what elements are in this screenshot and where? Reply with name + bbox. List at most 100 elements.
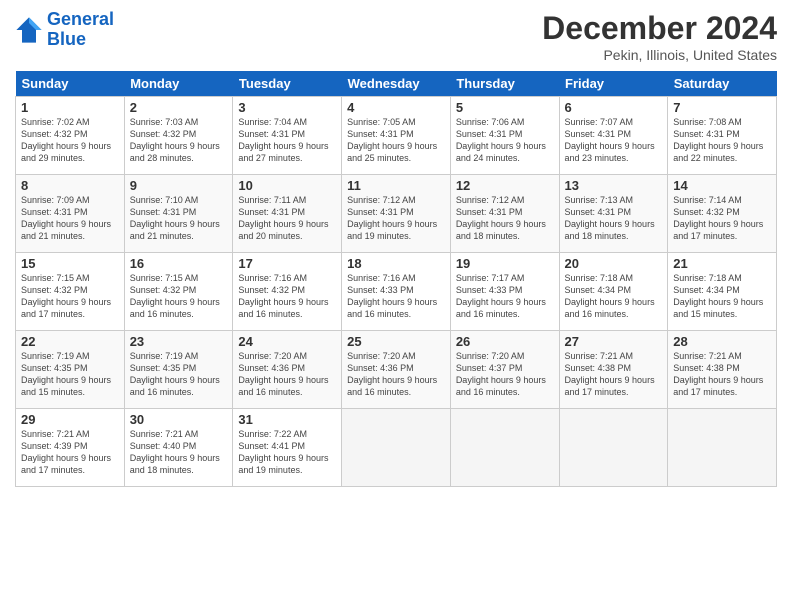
logo-line2: Blue (47, 29, 86, 49)
day-number: 28 (673, 334, 771, 349)
day-number: 17 (238, 256, 336, 271)
day-number: 6 (565, 100, 663, 115)
day-number: 31 (238, 412, 336, 427)
calendar-cell: 4Sunrise: 7:05 AMSunset: 4:31 PMDaylight… (342, 97, 451, 175)
calendar-cell: 3Sunrise: 7:04 AMSunset: 4:31 PMDaylight… (233, 97, 342, 175)
day-info: Sunrise: 7:21 AMSunset: 4:39 PMDaylight … (21, 428, 119, 477)
day-number: 3 (238, 100, 336, 115)
day-info: Sunrise: 7:20 AMSunset: 4:36 PMDaylight … (238, 350, 336, 399)
calendar-cell: 6Sunrise: 7:07 AMSunset: 4:31 PMDaylight… (559, 97, 668, 175)
day-info: Sunrise: 7:11 AMSunset: 4:31 PMDaylight … (238, 194, 336, 243)
day-number: 2 (130, 100, 228, 115)
calendar-cell: 21Sunrise: 7:18 AMSunset: 4:34 PMDayligh… (668, 253, 777, 331)
day-info: Sunrise: 7:16 AMSunset: 4:32 PMDaylight … (238, 272, 336, 321)
calendar-cell: 18Sunrise: 7:16 AMSunset: 4:33 PMDayligh… (342, 253, 451, 331)
calendar-cell: 19Sunrise: 7:17 AMSunset: 4:33 PMDayligh… (450, 253, 559, 331)
calendar-cell: 22Sunrise: 7:19 AMSunset: 4:35 PMDayligh… (16, 331, 125, 409)
day-info: Sunrise: 7:13 AMSunset: 4:31 PMDaylight … (565, 194, 663, 243)
weekday-header-saturday: Saturday (668, 71, 777, 97)
day-info: Sunrise: 7:08 AMSunset: 4:31 PMDaylight … (673, 116, 771, 165)
day-number: 14 (673, 178, 771, 193)
calendar-cell: 9Sunrise: 7:10 AMSunset: 4:31 PMDaylight… (124, 175, 233, 253)
day-info: Sunrise: 7:18 AMSunset: 4:34 PMDaylight … (565, 272, 663, 321)
calendar-cell: 20Sunrise: 7:18 AMSunset: 4:34 PMDayligh… (559, 253, 668, 331)
weekday-header-monday: Monday (124, 71, 233, 97)
day-info: Sunrise: 7:12 AMSunset: 4:31 PMDaylight … (456, 194, 554, 243)
week-row-1: 1Sunrise: 7:02 AMSunset: 4:32 PMDaylight… (16, 97, 777, 175)
day-info: Sunrise: 7:04 AMSunset: 4:31 PMDaylight … (238, 116, 336, 165)
weekday-header-sunday: Sunday (16, 71, 125, 97)
calendar-cell: 29Sunrise: 7:21 AMSunset: 4:39 PMDayligh… (16, 409, 125, 487)
day-number: 26 (456, 334, 554, 349)
calendar-cell: 30Sunrise: 7:21 AMSunset: 4:40 PMDayligh… (124, 409, 233, 487)
day-info: Sunrise: 7:03 AMSunset: 4:32 PMDaylight … (130, 116, 228, 165)
day-number: 15 (21, 256, 119, 271)
day-info: Sunrise: 7:06 AMSunset: 4:31 PMDaylight … (456, 116, 554, 165)
week-row-4: 22 Sunrise: 7:19 AMSunset: 4:35 PMDayligh… (16, 331, 777, 409)
day-info: Sunrise: 7:15 AMSunset: 4:32 PMDaylight … (130, 272, 228, 321)
calendar-cell: 14Sunrise: 7:14 AMSunset: 4:32 PMDayligh… (668, 175, 777, 253)
day-number: 12 (456, 178, 554, 193)
calendar-cell: 12Sunrise: 7:12 AMSunset: 4:31 PMDayligh… (450, 175, 559, 253)
day-number: 8 (21, 178, 119, 193)
day-number: 25 (347, 334, 445, 349)
day-number: 19 (456, 256, 554, 271)
weekday-header-thursday: Thursday (450, 71, 559, 97)
day-info: Sunrise: 7:12 AMSunset: 4:31 PMDaylight … (347, 194, 445, 243)
calendar-cell: 1Sunrise: 7:02 AMSunset: 4:32 PMDaylight… (16, 97, 125, 175)
day-number: 23 (130, 334, 228, 349)
calendar-cell: 16Sunrise: 7:15 AMSunset: 4:32 PMDayligh… (124, 253, 233, 331)
calendar-cell: 5Sunrise: 7:06 AMSunset: 4:31 PMDaylight… (450, 97, 559, 175)
day-info: Sunrise: 7:02 AMSunset: 4:32 PMDaylight … (21, 116, 119, 165)
day-info: Sunrise: 7:07 AMSunset: 4:31 PMDaylight … (565, 116, 663, 165)
calendar-cell (342, 409, 451, 487)
title-block: December 2024 Pekin, Illinois, United St… (542, 10, 777, 63)
day-info: Sunrise: 7:17 AMSunset: 4:33 PMDaylight … (456, 272, 554, 321)
calendar-cell: 2Sunrise: 7:03 AMSunset: 4:32 PMDaylight… (124, 97, 233, 175)
weekday-header-friday: Friday (559, 71, 668, 97)
day-number: 11 (347, 178, 445, 193)
day-number: 4 (347, 100, 445, 115)
day-number: 13 (565, 178, 663, 193)
day-number: 16 (130, 256, 228, 271)
logo: General Blue (15, 10, 114, 50)
week-row-2: 8Sunrise: 7:09 AMSunset: 4:31 PMDaylight… (16, 175, 777, 253)
logo-icon (15, 16, 43, 44)
calendar-cell: 28Sunrise: 7:21 AMSunset: 4:38 PMDayligh… (668, 331, 777, 409)
day-number: 20 (565, 256, 663, 271)
calendar-cell: 27Sunrise: 7:21 AMSunset: 4:38 PMDayligh… (559, 331, 668, 409)
calendar-cell: 8Sunrise: 7:09 AMSunset: 4:31 PMDaylight… (16, 175, 125, 253)
day-number: 10 (238, 178, 336, 193)
header: General Blue December 2024 Pekin, Illino… (15, 10, 777, 63)
calendar-cell (559, 409, 668, 487)
week-row-3: 15 Sunrise: 7:15 AMSunset: 4:32 PMDayligh… (16, 253, 777, 331)
weekday-header-tuesday: Tuesday (233, 71, 342, 97)
calendar-cell: 24Sunrise: 7:20 AMSunset: 4:36 PMDayligh… (233, 331, 342, 409)
day-info: Sunrise: 7:19 AMSunset: 4:35 PMDaylight … (130, 350, 228, 399)
calendar-cell: 10Sunrise: 7:11 AMSunset: 4:31 PMDayligh… (233, 175, 342, 253)
day-number: 7 (673, 100, 771, 115)
day-number: 29 (21, 412, 119, 427)
weekday-header-wednesday: Wednesday (342, 71, 451, 97)
calendar-cell: 13Sunrise: 7:13 AMSunset: 4:31 PMDayligh… (559, 175, 668, 253)
logo-text: General Blue (47, 10, 114, 50)
calendar-cell: 31Sunrise: 7:22 AMSunset: 4:41 PMDayligh… (233, 409, 342, 487)
page-container: General Blue December 2024 Pekin, Illino… (0, 0, 792, 497)
calendar-cell: 15Sunrise: 7:15 AMSunset: 4:32 PMDayligh… (16, 253, 125, 331)
day-info: Sunrise: 7:21 AMSunset: 4:38 PMDaylight … (565, 350, 663, 399)
day-info: Sunrise: 7:21 AMSunset: 4:40 PMDaylight … (130, 428, 228, 477)
day-info: Sunrise: 7:05 AMSunset: 4:31 PMDaylight … (347, 116, 445, 165)
week-row-5: 29Sunrise: 7:21 AMSunset: 4:39 PMDayligh… (16, 409, 777, 487)
day-number: 5 (456, 100, 554, 115)
location: Pekin, Illinois, United States (542, 47, 777, 63)
day-number: 24 (238, 334, 336, 349)
calendar-cell: 17Sunrise: 7:16 AMSunset: 4:32 PMDayligh… (233, 253, 342, 331)
day-number: 22 (21, 334, 119, 349)
day-info: Sunrise: 7:22 AMSunset: 4:41 PMDaylight … (238, 428, 336, 477)
calendar-cell: 23Sunrise: 7:19 AMSunset: 4:35 PMDayligh… (124, 331, 233, 409)
calendar-cell: 11Sunrise: 7:12 AMSunset: 4:31 PMDayligh… (342, 175, 451, 253)
day-info: Sunrise: 7:18 AMSunset: 4:34 PMDaylight … (673, 272, 771, 321)
day-number: 1 (21, 100, 119, 115)
weekday-header-row: SundayMondayTuesdayWednesdayThursdayFrid… (16, 71, 777, 97)
day-info: Sunrise: 7:14 AMSunset: 4:32 PMDaylight … (673, 194, 771, 243)
